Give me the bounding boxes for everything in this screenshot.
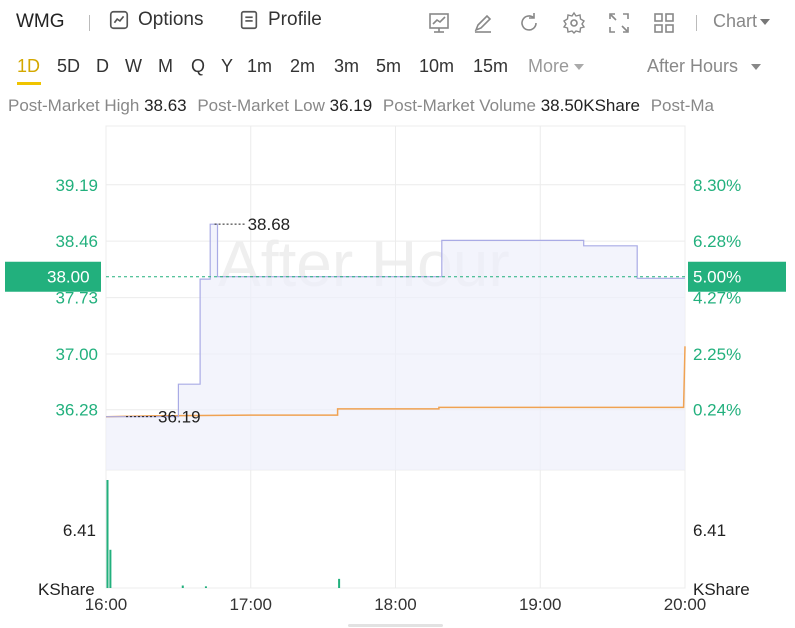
settings-button[interactable]: [562, 11, 586, 35]
toolbar-divider: [89, 15, 90, 31]
timeframe-10m[interactable]: 10m: [419, 56, 454, 77]
session-label: After Hours: [647, 56, 739, 76]
stat-label: Post-Market Volume: [382, 96, 536, 115]
intraday-chart[interactable]: After Hour 39.19 38.46 37.73 37.00 36.28…: [0, 120, 795, 620]
timeframe-5d[interactable]: 5D: [57, 56, 80, 77]
indicator-icon: [429, 13, 449, 33]
timeframe-q[interactable]: Q: [191, 56, 205, 77]
refresh-icon: [521, 13, 537, 31]
timeframe-5m[interactable]: 5m: [376, 56, 401, 77]
chart-type-dropdown[interactable]: Chart: [713, 11, 771, 32]
top-toolbar: WMG Options Profile Chart: [0, 0, 795, 46]
low-marker-label: 36.19: [158, 408, 201, 427]
profile-label: Profile: [268, 9, 322, 30]
post-market-stats: Post-Market High 38.63 Post-Market Low 3…: [8, 96, 795, 116]
more-timeframes-dropdown[interactable]: More: [528, 56, 585, 77]
time-tick: 17:00: [229, 595, 272, 614]
options-label: Options: [138, 9, 204, 30]
options-button[interactable]: Options: [108, 9, 203, 31]
volume-bar: [204, 586, 207, 588]
percent-tick: 0.24%: [693, 401, 741, 420]
percent-tick: 8.30%: [693, 176, 741, 195]
price-tick: 38.46: [55, 232, 98, 251]
timeframe-1m[interactable]: 1m: [247, 56, 272, 77]
time-tick: 18:00: [374, 595, 417, 614]
profile-icon: [240, 10, 258, 30]
active-timeframe-indicator: [17, 82, 41, 85]
toolbar-divider: [696, 15, 697, 31]
time-tick: 16:00: [85, 595, 128, 614]
price-tick: 39.19: [55, 176, 98, 195]
stat-label: Post-Market High: [8, 96, 140, 115]
draw-icon: [474, 14, 492, 33]
timeframe-bar: 1D 5D D W M Q Y 1m 2m 3m 5m 10m 15m More…: [0, 50, 795, 86]
draw-button[interactable]: [471, 11, 495, 35]
timeframe-m[interactable]: M: [158, 56, 173, 77]
options-icon: [109, 10, 129, 30]
stat-value: 38.63: [144, 96, 187, 115]
stat-label: Post-Ma: [650, 96, 714, 115]
percent-axis: 8.30% 6.28% 4.27% 2.25% 0.24%: [693, 176, 741, 420]
timeframe-2m[interactable]: 2m: [290, 56, 315, 77]
percent-tick: 4.27%: [693, 289, 741, 308]
timeframe-3m[interactable]: 3m: [334, 56, 359, 77]
current-price-value: 38.00: [47, 268, 90, 287]
stat-value: 38.50KShare: [540, 96, 640, 115]
timeframe-d[interactable]: D: [96, 56, 109, 77]
profile-button[interactable]: Profile: [238, 9, 322, 31]
layout-icon: [654, 13, 674, 33]
volume-bar: [109, 549, 112, 588]
fullscreen-button[interactable]: [607, 11, 631, 35]
settings-icon: [562, 11, 586, 34]
volume-bar: [338, 578, 341, 588]
caret-down-icon: [760, 18, 771, 25]
ticker-symbol[interactable]: WMG: [16, 11, 65, 33]
stat-label: Post-Market Low: [197, 96, 325, 115]
percent-tick: 6.28%: [693, 232, 741, 251]
session-dropdown[interactable]: After Hours: [647, 56, 762, 77]
timeframe-w[interactable]: W: [125, 56, 142, 77]
volume-bar: [106, 480, 109, 588]
layout-button[interactable]: [652, 11, 676, 35]
timeframe-y[interactable]: Y: [221, 56, 233, 77]
time-tick: 19:00: [519, 595, 562, 614]
caret-down-icon: [751, 63, 762, 70]
percent-tick: 2.25%: [693, 345, 741, 364]
caret-down-icon: [574, 63, 585, 70]
volume-tick-left: 6.41: [63, 521, 96, 540]
price-axis: 39.19 38.46 37.73 37.00 36.28: [55, 176, 98, 420]
fullscreen-icon: [609, 13, 629, 33]
volume-tick-right: 6.41: [693, 521, 726, 540]
stat-value: 36.19: [329, 96, 373, 115]
current-change-value: 5.00%: [693, 268, 741, 287]
timeframe-1d[interactable]: 1D: [17, 56, 40, 77]
timeframe-15m[interactable]: 15m: [473, 56, 508, 77]
price-tick: 36.28: [55, 401, 98, 420]
price-tick: 37.73: [55, 289, 98, 308]
indicator-button[interactable]: [427, 11, 451, 35]
time-axis: 16:00 17:00 18:00 19:00 20:00: [85, 595, 707, 614]
volume-bar: [181, 585, 184, 588]
volume-bars: [106, 480, 341, 588]
chart-scroll-indicator[interactable]: [348, 624, 443, 627]
time-tick: 20:00: [664, 595, 707, 614]
price-tick: 37.00: [55, 345, 98, 364]
high-marker-label: 38.68: [248, 215, 291, 234]
more-label: More: [528, 56, 570, 76]
chart-type-label: Chart: [713, 11, 758, 31]
refresh-button[interactable]: [517, 11, 541, 35]
